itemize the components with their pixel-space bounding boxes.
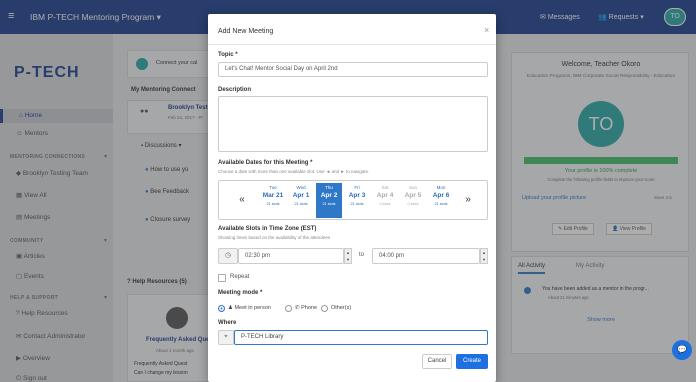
create-button[interactable]: Create [456,354,488,369]
mode-in-person-radio[interactable] [218,305,225,312]
description-label: Description [218,87,252,93]
repeat-checkbox[interactable] [218,274,226,282]
next-week-icon[interactable]: » [461,194,475,205]
time-to-label: to [359,252,365,258]
time-from-select[interactable]: 02:30 pm [238,248,344,264]
day-option[interactable]: Mon Apr 6 21 slots [428,183,454,218]
location-icon: ⌖ [218,330,234,345]
day-date: Mar 21 [262,192,284,199]
day-option[interactable]: Tue Mar 21 21 slots [260,183,286,218]
day-slots: 0 slots [407,202,419,206]
day-slots: 21 slots [266,202,280,206]
where-label: Where [218,320,237,326]
mode-phone-radio[interactable] [285,305,292,312]
day-weekday: Wed [296,185,306,190]
phone-icon: ✆ [295,305,300,311]
mode-other-label: Other(s) [331,305,352,311]
date-picker: « Tue Mar 21 21 slots Wed Apr 1 21 slots Thu… [218,180,488,220]
modal-divider [208,44,496,45]
slots-label: Available Slots in Time Zone (EST) [218,226,317,232]
day-weekday: Tue [269,185,277,190]
day-date: Apr 1 [292,192,310,199]
day-slots: 21 slots [322,202,336,206]
mode-in-person-text: Meet in person [234,305,271,311]
add-meeting-modal: Add New Meeting × Topic * Let's Chat! Me… [208,14,496,382]
day-option-disabled: Sun Apr 5 0 slots [400,183,426,218]
cancel-button[interactable]: Cancel [422,354,452,369]
topic-input[interactable]: Let's Chat! Mentor Social Day on April 2… [218,62,488,77]
day-option[interactable]: Wed Apr 1 21 slots [288,183,314,218]
day-slots: 21 slots [294,202,308,206]
day-weekday: Sat [381,185,389,190]
time-from-spinner[interactable]: ▲ ▼ [344,248,352,264]
day-option-disabled: Sat Apr 4 0 slots [372,183,398,218]
mode-phone-text: Phone [301,305,318,311]
day-slots: 21 slots [350,202,364,206]
day-date: Apr 5 [404,192,422,199]
where-input[interactable]: P-TECH Library [234,330,488,345]
mode-other-radio[interactable] [321,305,328,312]
day-weekday: Thu [325,185,333,190]
time-to-select[interactable]: 04:00 pm [372,248,480,264]
close-icon[interactable]: × [484,25,489,35]
day-date: Apr 2 [320,192,338,199]
repeat-label: Repeat [230,274,250,280]
day-date: Apr 4 [376,192,394,199]
prev-week-icon[interactable]: « [235,194,249,205]
day-weekday: Mon [436,185,446,190]
mode-phone-label: ✆ Phone [295,305,317,311]
meeting-mode-label: Meeting mode * [218,290,263,296]
day-weekday: Sun [408,185,417,190]
clock-icon: ◷ [218,248,238,264]
day-option[interactable]: Fri Apr 3 21 slots [344,183,370,218]
topic-label: Topic * [218,52,238,58]
day-slots: 21 slots [434,202,448,206]
slots-hint: Showing times based on the availability … [218,235,331,240]
description-textarea[interactable] [218,96,488,152]
day-option-selected[interactable]: Thu Apr 2 21 slots [316,183,342,218]
day-date: Apr 3 [348,192,366,199]
day-slots: 0 slots [379,202,391,206]
person-icon: ♟ [228,305,233,311]
modal-title: Add New Meeting [218,28,274,35]
dates-hint: Choose a date with more than one availab… [218,169,370,174]
day-weekday: Fri [354,185,360,190]
time-to-spinner[interactable]: ▲ ▼ [480,248,488,264]
chat-icon[interactable]: 💬 [672,340,692,360]
dates-label: Available Dates for this Meeting * [218,160,313,166]
mode-in-person-label: ♟ Meet in person [228,305,271,311]
day-date: Apr 6 [432,192,450,199]
